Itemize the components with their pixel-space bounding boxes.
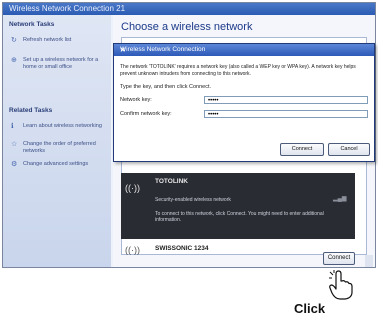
network-item-swissonic[interactable]: ((·)) SWISSONIC 1234 <box>121 241 355 259</box>
connect-button[interactable]: Connect <box>323 252 355 265</box>
network-name: TOTOLINK <box>155 178 188 185</box>
setup-network-icon: ⊕ <box>11 57 17 64</box>
dialog-instruction: Type the key, and then click Connect. <box>120 84 212 90</box>
network-tasks-header: Network Tasks <box>9 21 55 28</box>
dialog-titlebar[interactable]: Wireless Network Connection ✕ <box>114 44 374 56</box>
window-titlebar[interactable]: Wireless Network Connection 21 <box>3 3 375 15</box>
task-label: Change advanced settings <box>23 161 89 167</box>
related-tasks-header: Related Tasks <box>9 107 53 114</box>
confirm-key-label: Confirm network key: <box>120 111 172 117</box>
network-security: Security-enabled wireless network <box>155 197 231 203</box>
window-title: Wireless Network Connection 21 <box>9 4 126 13</box>
network-description: To connect to this network, click Connec… <box>155 211 324 223</box>
wireless-signal-icon: ((·)) <box>125 245 140 255</box>
click-annotation-label: Click <box>294 301 326 316</box>
task-label: Change the order of preferred networks <box>23 141 96 154</box>
task-label: Refresh network list <box>23 37 72 43</box>
wireless-signal-icon: ((·)) <box>125 183 140 193</box>
tasks-sidebar: Network Tasks ↻ Refresh network list ⊕ S… <box>3 15 111 267</box>
network-list-scrollbar[interactable] <box>365 255 373 267</box>
close-icon[interactable]: ✕ <box>120 46 371 56</box>
network-item-totolink[interactable]: ((·)) TOTOLINK Security-enabled wireless… <box>121 173 355 239</box>
network-name: SWISSONIC 1234 <box>155 245 209 252</box>
hand-cursor-icon <box>329 270 353 300</box>
task-label: Set up a wireless network for a home or … <box>23 57 99 70</box>
page-title: Choose a wireless network <box>121 21 253 33</box>
settings-icon: ⚙ <box>11 161 18 168</box>
dialog-message: The network 'TOTOLINK' requires a networ… <box>120 64 356 77</box>
network-key-dialog: Wireless Network Connection ✕ The networ… <box>113 43 375 162</box>
signal-strength-icon: ▂▄▆ <box>333 196 347 202</box>
dialog-cancel-button[interactable]: Cancel <box>328 143 370 156</box>
info-icon: ℹ <box>11 123 14 130</box>
confirm-key-field[interactable]: ••••• <box>204 110 368 118</box>
dialog-connect-button[interactable]: Connect <box>280 143 324 156</box>
star-icon: ☆ <box>11 141 18 148</box>
refresh-icon: ↻ <box>11 37 17 44</box>
network-key-label: Network key: <box>120 97 152 103</box>
task-label: Learn about wireless networking <box>23 123 102 129</box>
network-key-field[interactable]: ••••• <box>204 96 368 104</box>
